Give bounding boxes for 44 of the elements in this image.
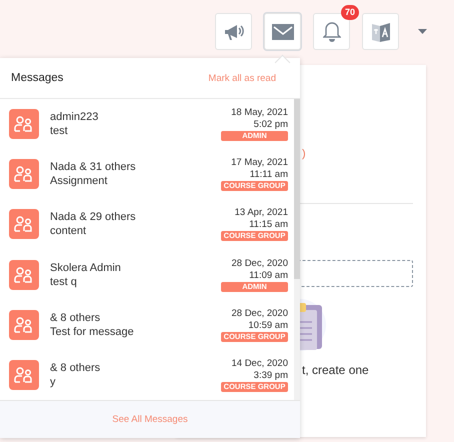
toolbar-button[interactable] [215, 13, 252, 50]
scrollbar[interactable] [294, 99, 300, 400]
toolbar-button[interactable] [362, 13, 399, 50]
message-date: 14 Dec, 2020 [231, 358, 288, 369]
group-avatar-icon [9, 310, 39, 340]
group-avatar-icon [9, 209, 39, 240]
group-avatar-icon [9, 260, 39, 290]
message-time: 11:15 am [249, 219, 288, 230]
message-date: 18 May, 2021 [231, 107, 288, 118]
sender-name: Skolera Admin [50, 262, 122, 274]
envelope-icon [272, 24, 294, 40]
bell-icon [322, 21, 340, 42]
message-subject: y [50, 376, 56, 388]
group-avatar-icon [9, 159, 39, 190]
sender-name: & 8 others [50, 312, 102, 324]
scrollbar-thumb[interactable] [294, 99, 300, 279]
message-time: 10:59 am [248, 320, 288, 331]
message-subject: test q [50, 276, 78, 288]
message-subject: Assignment [50, 175, 108, 188]
sender-name: admin223 [50, 111, 100, 124]
translate-icon [370, 20, 390, 42]
message-time: 11:09 am [249, 270, 288, 281]
toolbar-button[interactable] [313, 13, 350, 50]
group-avatar-icon [9, 109, 39, 140]
message-date: 28 Dec, 2020 [231, 308, 288, 319]
sender-name: Nada & 31 others [50, 161, 137, 174]
message-subject: test [50, 125, 69, 138]
notification-badge: 70 [340, 5, 359, 20]
message-time: 5:02 pm [254, 119, 288, 130]
text-fragment: ) [302, 148, 306, 160]
message-subject: Test for message [50, 326, 135, 338]
sender-name: Nada & 29 others [50, 211, 137, 224]
message-subject: content [50, 225, 88, 238]
empty-state-text: t, create one [302, 363, 369, 377]
dropdown-title: Messages [11, 72, 64, 84]
message-time: 11:11 am [250, 169, 288, 180]
message-time: 3:39 pm [254, 370, 288, 381]
message-date: 17 May, 2021 [231, 157, 288, 168]
caret-icon[interactable] [418, 29, 427, 34]
message-date: 13 Apr, 2021 [234, 207, 288, 218]
group-avatar-icon [9, 360, 39, 390]
message-date: 28 Dec, 2020 [231, 258, 288, 269]
messages-button[interactable] [264, 13, 301, 50]
sender-name: & 8 others [50, 362, 102, 374]
